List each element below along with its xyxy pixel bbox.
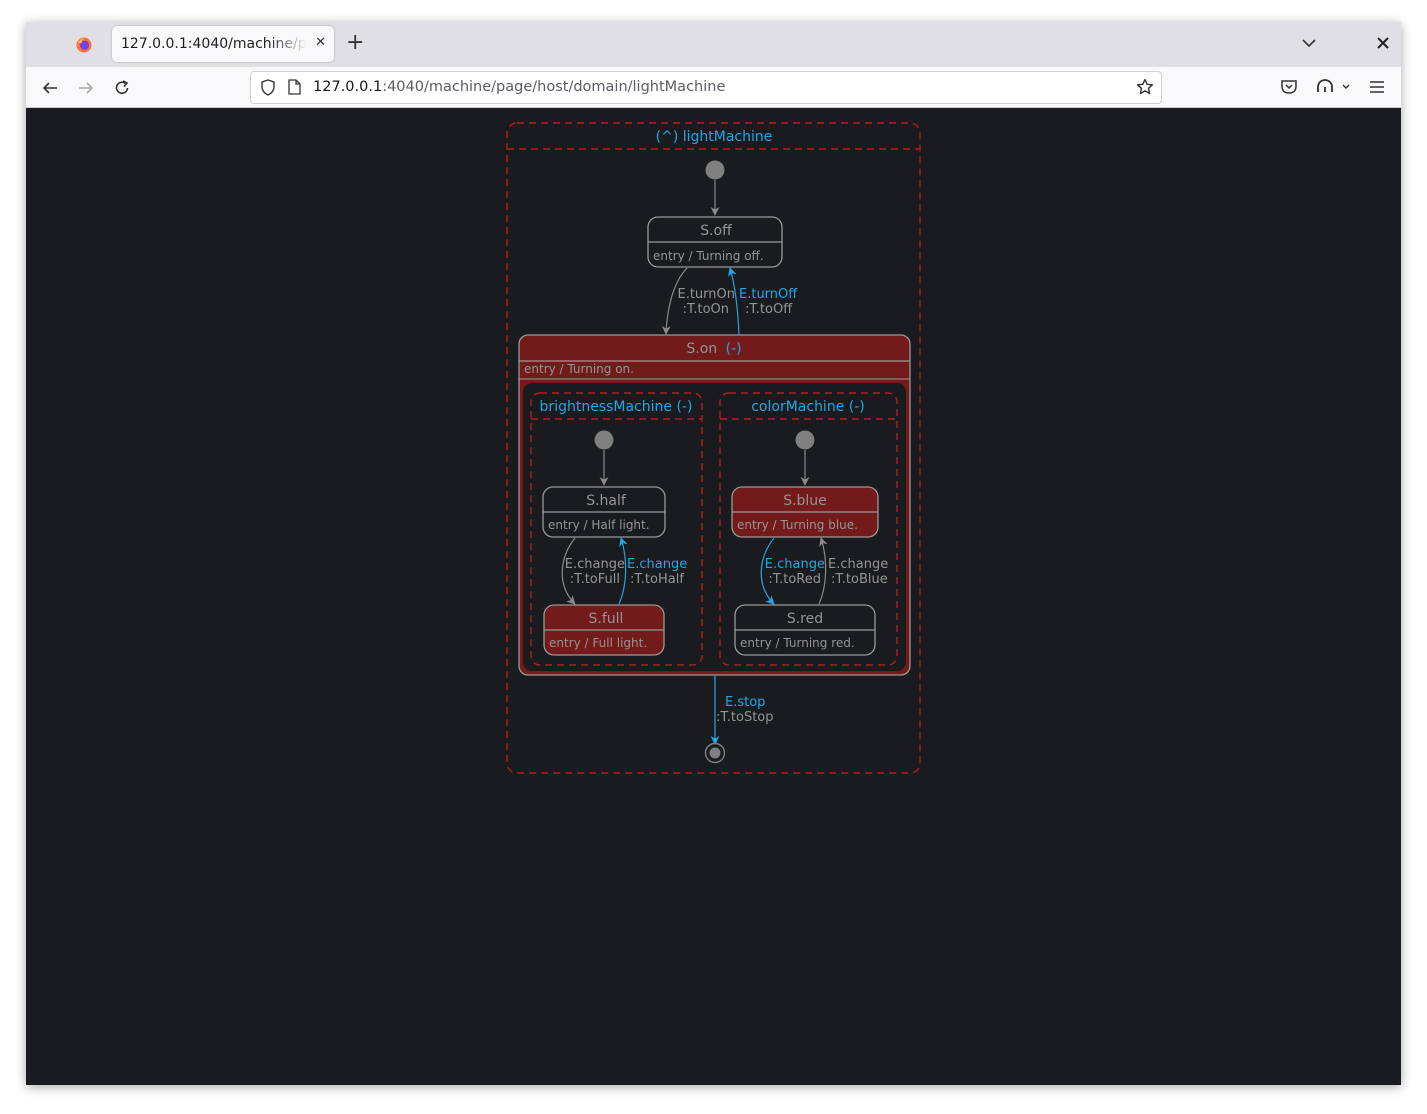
transition-to-half-target: :T.toHalf xyxy=(630,572,684,587)
hamburger-menu-icon[interactable] xyxy=(1368,78,1386,96)
back-arrow-icon[interactable] xyxy=(41,79,59,97)
forward-arrow-icon[interactable] xyxy=(77,79,95,97)
transition-turn-on-target: :T.toOn xyxy=(683,302,729,317)
root-final-node xyxy=(704,742,726,764)
page-icon xyxy=(288,79,301,95)
color-initial-node xyxy=(795,430,815,450)
tab-title: 127.0.0.1:4040/machine/page/host/domain/… xyxy=(121,36,307,52)
url-text[interactable]: 127.0.0.1:4040/machine/page/host/domain/… xyxy=(313,79,725,95)
transition-turn-off-target: :T.toOff xyxy=(745,302,793,317)
transition-turn-on-event[interactable]: E.turnOn xyxy=(677,287,735,302)
state-red[interactable]: S.red entry / Turning red. xyxy=(734,604,876,656)
browser-window: 127.0.0.1:4040/machine/page/host/domain/… xyxy=(26,22,1401,1085)
root-machine-title[interactable]: (^) lightMachine xyxy=(656,129,773,145)
state-half-entry: entry / Half light. xyxy=(548,518,650,532)
svg-text:S.on (-): S.on (-) xyxy=(686,341,741,357)
state-off[interactable]: S.off entry / Turning off. xyxy=(647,216,783,268)
brightness-initial-node xyxy=(594,430,614,450)
state-blue[interactable]: S.blue entry / Turning blue. xyxy=(731,486,879,538)
root-initial-node xyxy=(705,160,725,180)
transition-to-full-target: :T.toFull xyxy=(570,572,620,587)
state-red-name: S.red xyxy=(787,611,823,627)
state-on-name: S.on xyxy=(686,341,717,357)
transition-to-full-event[interactable]: E.change xyxy=(565,557,625,572)
tab-bar: 127.0.0.1:4040/machine/page/host/domain/… xyxy=(26,22,1401,67)
firefox-icon xyxy=(76,37,92,53)
state-on-entry: entry / Turning on. xyxy=(524,362,634,376)
pocket-icon[interactable] xyxy=(1280,78,1298,96)
state-on-marker: (-) xyxy=(726,341,742,357)
new-tab-icon[interactable]: + xyxy=(346,31,364,55)
color-region-title[interactable]: colorMachine (-) xyxy=(751,399,865,415)
state-off-entry: entry / Turning off. xyxy=(653,249,764,263)
sync-account-icon[interactable] xyxy=(1316,78,1352,96)
bookmark-star-icon[interactable] xyxy=(1136,78,1154,96)
state-blue-entry: entry / Turning blue. xyxy=(737,518,858,532)
state-diagram: (^) lightMachine S.off entry / Turning o… xyxy=(506,122,921,774)
transition-stop-target: :T.toStop xyxy=(716,710,774,725)
page-content: (^) lightMachine S.off entry / Turning o… xyxy=(26,108,1401,1085)
state-full-name: S.full xyxy=(589,611,624,627)
transition-to-red-target: :T.toRed xyxy=(768,572,821,587)
state-red-entry: entry / Turning red. xyxy=(740,636,855,650)
transition-to-blue-event[interactable]: E.change xyxy=(828,557,888,572)
transition-to-half-event[interactable]: E.change xyxy=(627,557,687,572)
state-full[interactable]: S.full entry / Full light. xyxy=(543,604,665,656)
state-half-name: S.half xyxy=(586,493,627,509)
transition-to-red-event[interactable]: E.change xyxy=(765,557,825,572)
transition-turn-off-event[interactable]: E.turnOff xyxy=(739,287,798,302)
state-half[interactable]: S.half entry / Half light. xyxy=(542,486,666,538)
active-tab[interactable]: 127.0.0.1:4040/machine/page/host/domain/… xyxy=(112,26,334,62)
tab-close-icon[interactable]: ✕ xyxy=(315,35,326,50)
close-window-icon[interactable] xyxy=(1375,35,1391,51)
shield-icon[interactable] xyxy=(260,79,276,96)
list-all-tabs-icon[interactable] xyxy=(1301,35,1317,51)
transition-to-blue-target: :T.toBlue xyxy=(831,572,888,587)
state-off-name: S.off xyxy=(700,223,732,239)
reload-icon[interactable] xyxy=(113,79,131,97)
transition-stop-event[interactable]: E.stop xyxy=(725,695,765,710)
brightness-region-title[interactable]: brightnessMachine (-) xyxy=(540,399,693,415)
state-full-entry: entry / Full light. xyxy=(549,636,647,650)
state-blue-name: S.blue xyxy=(783,493,827,509)
navigation-toolbar: 127.0.0.1:4040/machine/page/host/domain/… xyxy=(26,67,1401,108)
address-bar[interactable]: 127.0.0.1:4040/machine/page/host/domain/… xyxy=(250,71,1162,104)
